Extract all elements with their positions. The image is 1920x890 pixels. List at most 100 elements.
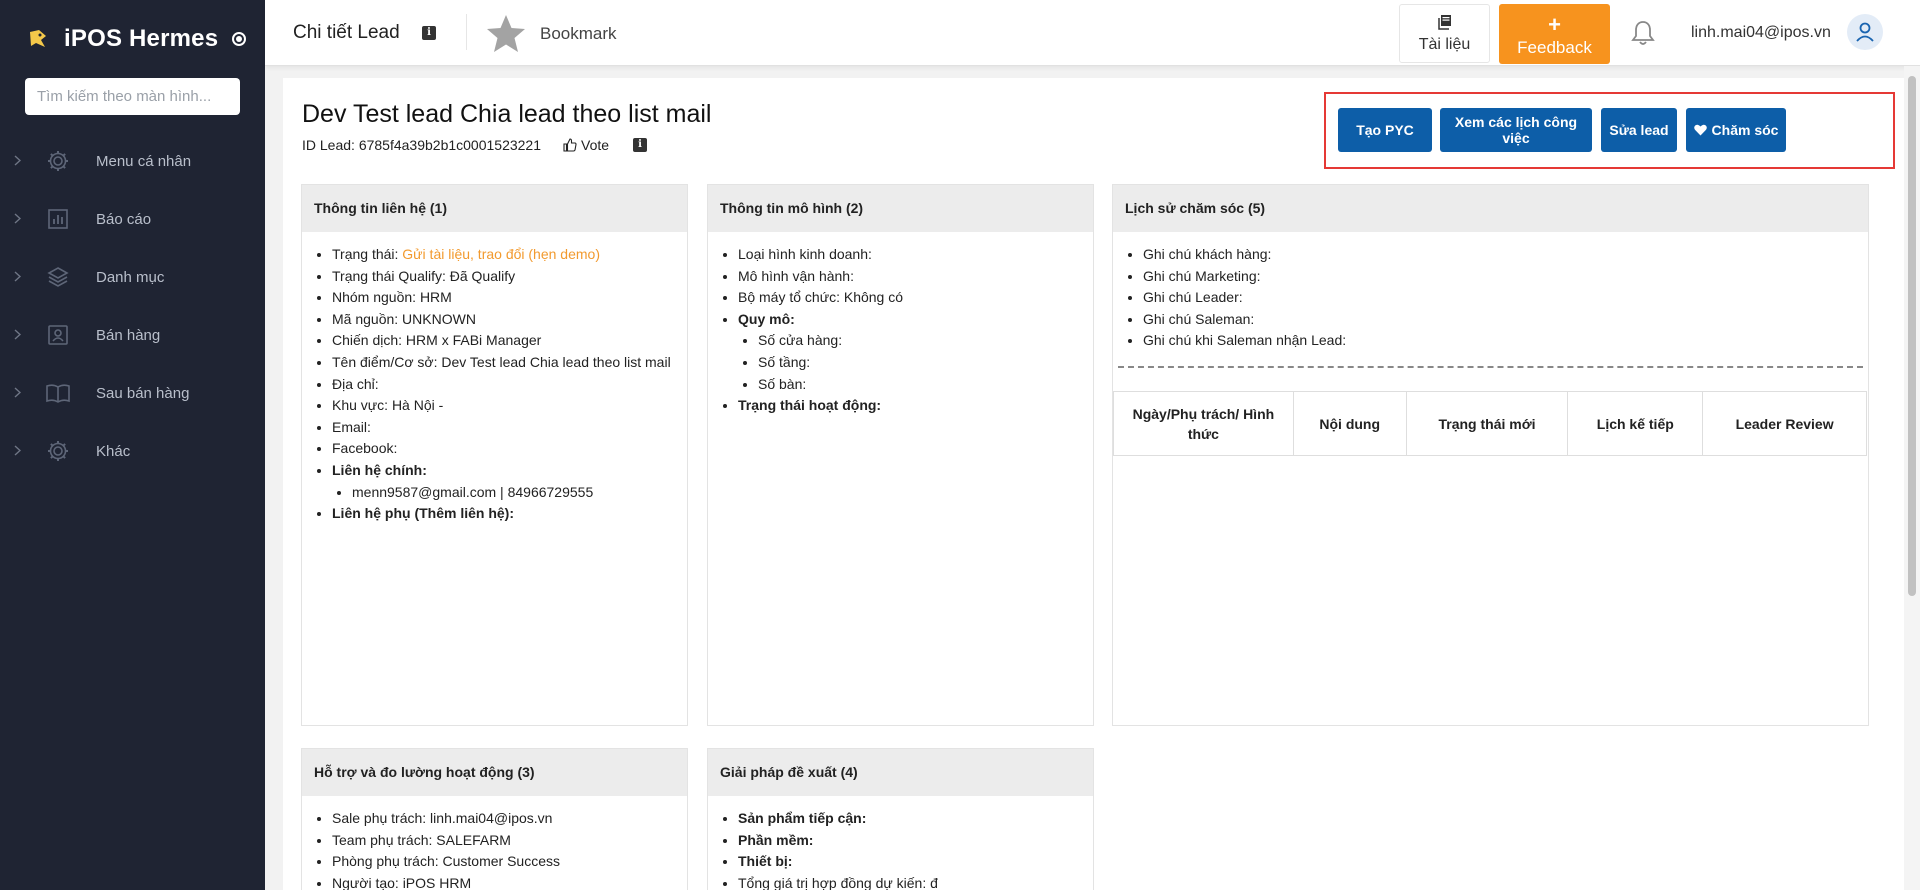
- list-item: Địa chỉ:: [332, 374, 675, 396]
- list-item: Team phụ trách: SALEFARM: [332, 830, 675, 852]
- chevron-right-icon: [14, 153, 24, 170]
- sidebar-item-label: Báo cáo: [96, 210, 152, 228]
- bell-icon[interactable]: [1630, 19, 1656, 47]
- list-item: Thiết bị:: [738, 851, 1081, 873]
- page-scrollbar[interactable]: [1904, 66, 1920, 890]
- card-title: Thông tin mô hình (2): [708, 185, 1093, 232]
- sidebar-item-label: Menu cá nhân: [96, 152, 192, 170]
- user-avatar-icon[interactable]: [1847, 14, 1883, 50]
- action-buttons-group: Tạo PYC Xem các lịch công việc Sửa lead …: [1324, 92, 1895, 169]
- chevron-right-icon: [14, 385, 24, 402]
- list-item: Sản phẩm tiếp cận:: [738, 808, 1081, 830]
- table-header-row: Ngày/Phụ trách/ Hình thức Nội dung Trạng…: [1113, 391, 1867, 456]
- list-item: Tên điểm/Cơ sở: Dev Test lead Chia lead …: [332, 352, 675, 374]
- sidebar-menu: Menu cá nhân Báo cáo Danh mục Bán hàng S…: [0, 132, 265, 480]
- list-item: Người tạo: iPOS HRM: [332, 873, 675, 890]
- info-icon[interactable]: i: [633, 138, 648, 152]
- support-card: Hỗ trợ và đo lường hoạt động (3) Sale ph…: [301, 748, 688, 890]
- edit-lead-button[interactable]: Sửa lead: [1601, 108, 1677, 152]
- list-item: Tổng giá trị hợp đồng dự kiến: đ: [738, 873, 1081, 890]
- info-icon[interactable]: i: [422, 26, 436, 40]
- table-header: Lịch kế tiếp: [1567, 391, 1704, 456]
- brand-title: iPOS Hermes: [64, 25, 219, 52]
- list-item: Trạng thái: Gửi tài liệu, trao đổi (hẹn …: [332, 244, 675, 266]
- top-header: Chi tiết Lead i Bookmark Tài liệu + Feed…: [265, 0, 1920, 66]
- header-divider: [466, 14, 467, 50]
- list-item: Ghi chú Marketing:: [1143, 266, 1856, 288]
- contact-info-card: Thông tin liên hệ (1) Trạng thái: Gửi tà…: [301, 184, 688, 726]
- chevron-right-icon: [14, 443, 24, 460]
- chevron-right-icon: [14, 327, 24, 344]
- vote-button[interactable]: Vote: [563, 137, 609, 153]
- list-item: Mô hình vận hành:: [738, 266, 1081, 288]
- user-email[interactable]: linh.mai04@ipos.vn: [1691, 24, 1831, 42]
- list-item: Facebook:: [332, 438, 675, 460]
- sidebar-item-khac[interactable]: Khác: [0, 422, 265, 480]
- chevron-right-icon: [14, 211, 24, 228]
- contact-card-icon: [44, 321, 72, 349]
- list-item: Số bàn:: [758, 374, 1081, 396]
- sidebar-search-input[interactable]: [25, 78, 240, 115]
- care-button[interactable]: Chăm sóc: [1686, 108, 1786, 152]
- list-item: Trạng thái Qualify: Đã Qualify: [332, 266, 675, 288]
- card-title: Hỗ trợ và đo lường hoạt động (3): [302, 749, 687, 796]
- sidebar-toggle-icon[interactable]: [232, 32, 247, 46]
- lead-detail-panel: Dev Test lead Chia lead theo list mail I…: [283, 78, 1904, 890]
- list-item: Khu vực: Hà Nội -: [332, 395, 675, 417]
- sidebar-item-label: Bán hàng: [96, 326, 161, 344]
- dashed-divider: [1118, 365, 1863, 368]
- star-icon[interactable]: [485, 13, 527, 55]
- list-item: Phòng phụ trách: Customer Success: [332, 851, 675, 873]
- card-title: Giải pháp đề xuất (4): [708, 749, 1093, 796]
- vote-label: Vote: [581, 137, 610, 153]
- card-title: Thông tin liên hệ (1): [302, 185, 687, 232]
- table-header: Leader Review: [1702, 391, 1867, 456]
- gear-icon: [44, 437, 72, 465]
- list-item: Ghi chú khi Saleman nhận Lead:: [1143, 330, 1856, 352]
- secondary-contact-link[interactable]: Liên hệ phụ (Thêm liên hệ):: [332, 503, 675, 525]
- sidebar: iPOS Hermes Menu cá nhân Báo cáo Danh mụ…: [0, 0, 265, 890]
- list-item: Ghi chú khách hàng:: [1143, 244, 1856, 266]
- feedback-button[interactable]: + Feedback: [1499, 4, 1610, 64]
- view-schedule-button[interactable]: Xem các lịch công việc: [1440, 108, 1592, 152]
- lead-id: ID Lead: 6785f4a39b2b1c0001523221: [302, 137, 541, 153]
- list-item: Số cửa hàng:: [758, 330, 1081, 352]
- model-info-list: Loại hình kinh doanh: Mô hình vận hành: …: [720, 244, 1081, 417]
- list-item: Ghi chú Leader:: [1143, 287, 1856, 309]
- care-notes-list: Ghi chú khách hàng: Ghi chú Marketing: G…: [1125, 244, 1856, 352]
- page-title: Chi tiết Lead: [293, 22, 400, 43]
- create-pyc-button[interactable]: Tạo PYC: [1338, 108, 1432, 152]
- brand-logo-icon: [26, 27, 50, 51]
- docs-button[interactable]: Tài liệu: [1399, 4, 1490, 63]
- feedback-label: Feedback: [1517, 38, 1592, 57]
- sidebar-item-bao-cao[interactable]: Báo cáo: [0, 190, 265, 248]
- chevron-right-icon: [14, 269, 24, 286]
- sidebar-item-ban-hang[interactable]: Bán hàng: [0, 306, 265, 364]
- care-history-card: Lịch sử chăm sóc (5) Ghi chú khách hàng:…: [1112, 184, 1869, 726]
- list-item: Ghi chú Saleman:: [1143, 309, 1856, 331]
- gear-icon: [44, 147, 72, 175]
- sidebar-item-menu-ca-nhan[interactable]: Menu cá nhân: [0, 132, 265, 190]
- list-item: Email:: [332, 417, 675, 439]
- bookmark-label[interactable]: Bookmark: [540, 24, 617, 44]
- list-item: Phần mềm:: [738, 830, 1081, 852]
- sidebar-item-danh-muc[interactable]: Danh mục: [0, 248, 265, 306]
- plus-icon: +: [1548, 12, 1561, 37]
- scrollbar-thumb[interactable]: [1908, 76, 1916, 596]
- sidebar-item-label: Khác: [96, 442, 131, 460]
- list-item: Sale phụ trách: linh.mai04@ipos.vn: [332, 808, 675, 830]
- sidebar-item-sau-ban-hang[interactable]: Sau bán hàng: [0, 364, 265, 422]
- list-item: Liên hệ chính: menn9587@gmail.com | 8496…: [332, 460, 675, 503]
- card-title: Lịch sử chăm sóc (5): [1113, 185, 1868, 232]
- docs-icon: [1400, 14, 1489, 30]
- list-item: Bộ máy tổ chức: Không có: [738, 287, 1081, 309]
- list-item: Chiến dịch: HRM x FABi Manager: [332, 330, 675, 352]
- contact-info-list: Trạng thái: Gửi tài liệu, trao đổi (hẹn …: [314, 244, 675, 525]
- table-header: Ngày/Phụ trách/ Hình thức: [1113, 391, 1294, 456]
- brand[interactable]: iPOS Hermes: [0, 0, 265, 78]
- main-contact-value: menn9587@gmail.com | 84966729555: [352, 482, 675, 504]
- list-item: Trạng thái hoạt động:: [738, 395, 1081, 417]
- table-header: Trạng thái mới: [1405, 391, 1569, 456]
- layers-icon: [44, 263, 72, 291]
- docs-label: Tài liệu: [1418, 36, 1471, 53]
